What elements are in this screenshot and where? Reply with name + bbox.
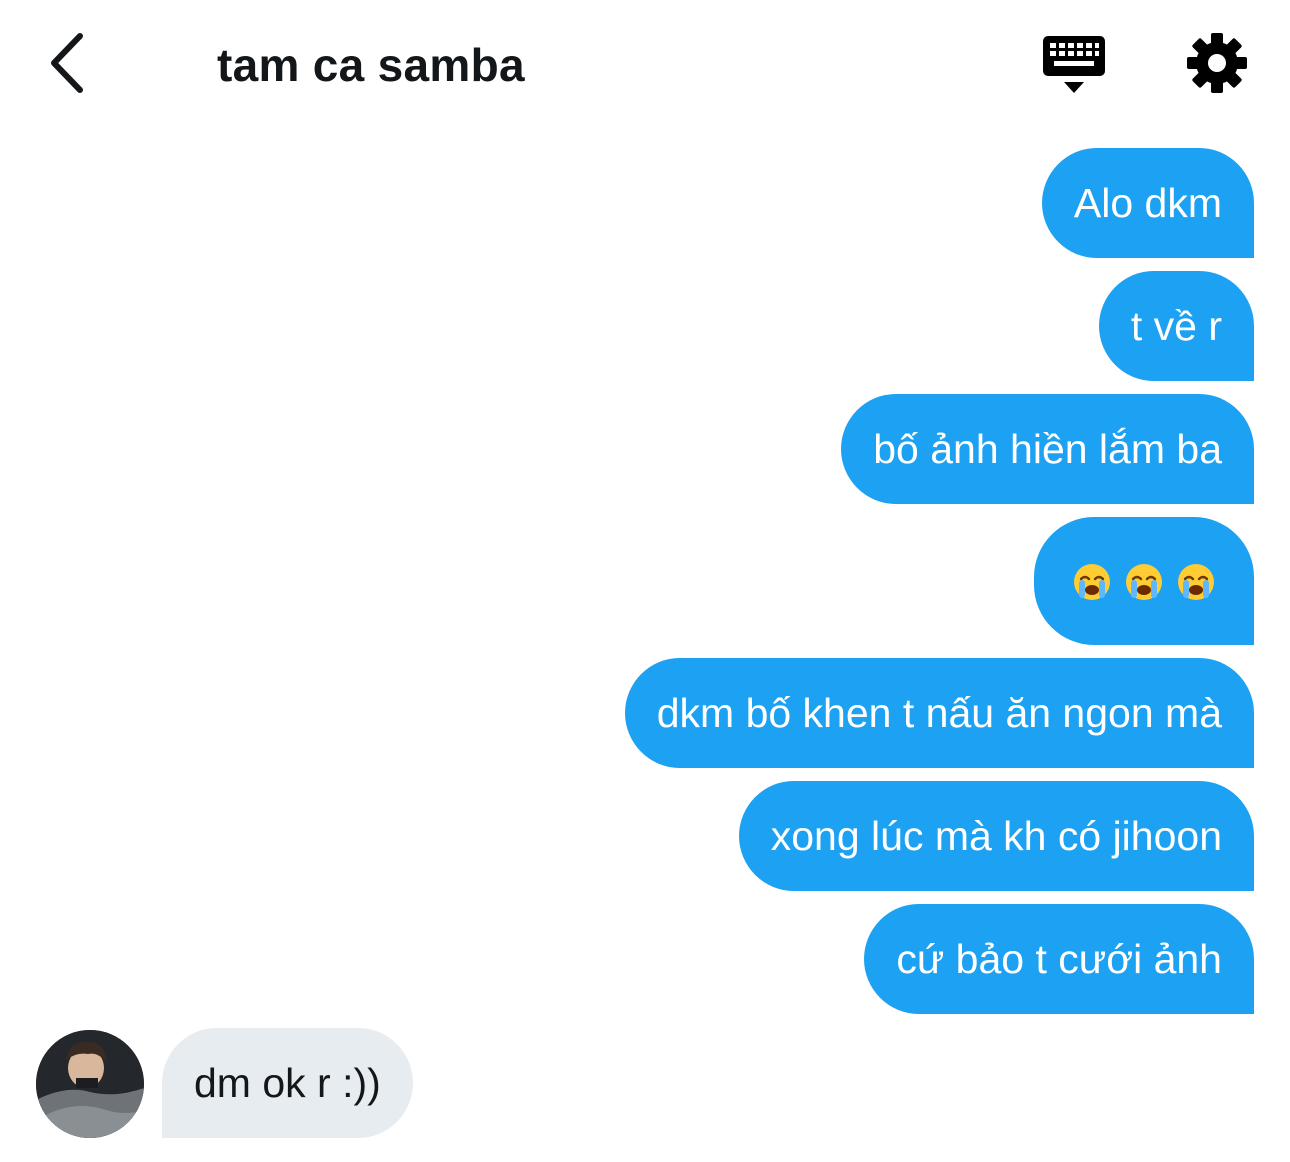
message-row-incoming: dm ok r :)) bbox=[0, 1028, 1290, 1140]
outgoing-message-bubble[interactable]: cứ bảo t cưới ảnh bbox=[864, 904, 1254, 1014]
loudly-crying-face-icon bbox=[1176, 562, 1216, 602]
profile-photo bbox=[36, 1030, 144, 1138]
chevron-left-icon bbox=[51, 33, 83, 93]
message-thread: Alo dkm t về r bố ảnh hiền lắm ba dkm bố… bbox=[0, 148, 1290, 1027]
outgoing-message-bubble[interactable]: Alo dkm bbox=[1041, 148, 1254, 258]
dm-conversation-screen: tam ca samba Alo dkm t về r bố ảnh hiền … bbox=[0, 0, 1290, 1162]
message-row-outgoing: dkm bố khen t nấu ăn ngon mà bbox=[0, 658, 1290, 770]
outgoing-message-bubble[interactable]: xong lúc mà kh có jihoon bbox=[738, 781, 1254, 891]
keyboard-toggle-button[interactable] bbox=[1040, 34, 1108, 98]
incoming-message-bubble[interactable]: dm ok r :)) bbox=[162, 1028, 413, 1138]
loudly-crying-face-icon bbox=[1124, 562, 1164, 602]
settings-button[interactable] bbox=[1186, 32, 1248, 94]
avatar[interactable] bbox=[36, 1030, 144, 1138]
message-row-outgoing: Alo dkm bbox=[0, 148, 1290, 260]
message-row-outgoing: bố ảnh hiền lắm ba bbox=[0, 394, 1290, 506]
keyboard-icon bbox=[1043, 36, 1105, 93]
outgoing-emoji-bubble[interactable] bbox=[1034, 517, 1254, 645]
back-button[interactable] bbox=[40, 28, 96, 98]
outgoing-message-bubble[interactable]: t về r bbox=[1098, 271, 1254, 381]
gear-icon bbox=[1187, 33, 1247, 93]
message-row-outgoing bbox=[0, 517, 1290, 647]
message-row-outgoing: t về r bbox=[0, 271, 1290, 383]
message-row-outgoing: xong lúc mà kh có jihoon bbox=[0, 781, 1290, 893]
conversation-title[interactable]: tam ca samba bbox=[217, 38, 525, 92]
outgoing-message-bubble[interactable]: bố ảnh hiền lắm ba bbox=[841, 394, 1254, 504]
loudly-crying-face-icon bbox=[1072, 562, 1112, 602]
message-row-outgoing: cứ bảo t cưới ảnh bbox=[0, 904, 1290, 1016]
conversation-header: tam ca samba bbox=[0, 0, 1290, 128]
outgoing-message-bubble[interactable]: dkm bố khen t nấu ăn ngon mà bbox=[624, 658, 1254, 768]
